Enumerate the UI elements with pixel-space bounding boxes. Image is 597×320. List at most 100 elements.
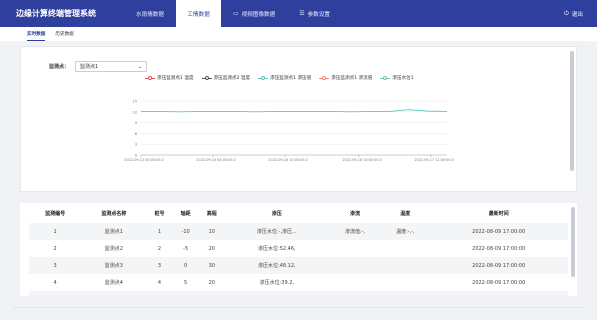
table-cell: 20 xyxy=(208,279,215,286)
column-header: 最新时间 xyxy=(488,210,509,217)
x-tick-label: 2022-09-14 04:00:00.0 xyxy=(196,158,235,162)
chart-legend: 渗压监测点1 温度 渗压监测点2 温度 渗压监测点1 渗压值 渗压监测点1 渗流值 渗压… xyxy=(145,75,422,81)
table-cell: 2 xyxy=(53,245,57,252)
nav-tab-settings[interactable]: ☰ 参数设置 xyxy=(287,0,342,27)
list-icon: ☰ xyxy=(299,10,305,17)
legend-item[interactable]: 渗压监测点1 温度 xyxy=(145,75,194,81)
nav-tab-hydrology[interactable]: 水雨情数据 xyxy=(124,0,176,27)
column-header: 监测编号 xyxy=(45,210,66,217)
legend-item[interactable]: 渗压水位1 xyxy=(380,75,414,81)
video-icon: ▭ xyxy=(232,10,239,17)
legend-marker-icon xyxy=(258,75,269,81)
sub-tabs: 实时数据 历史数据 xyxy=(0,27,597,41)
table-cell: 渗压水位:33.76, xyxy=(224,291,329,296)
monitor-table: 监测编号 监测点名称 桩号 轴距 高程 渗压 渗流 温度 最新时间 1 监测点1 1 -10 10 渗压水… xyxy=(29,203,568,296)
table-row[interactable]: 5监测点551010渗压水位:33.76,2022-08-09 17:00:00 xyxy=(29,291,568,296)
x-tick-label: 2022-09-12 00:00:00.0 xyxy=(124,158,163,162)
table-cell: 2022-08-09 17:00:00 xyxy=(472,245,526,252)
column-header: 桩号 xyxy=(154,210,165,217)
table-row[interactable]: 1 监测点1 1 -10 10 渗压水位:-,渗压... 渗流值:-, 温度:-,-, 2022… xyxy=(29,223,568,240)
table-cell: 1 xyxy=(146,223,173,240)
table-cell xyxy=(329,274,381,291)
legend-label: 渗压监测点1 渗流值 xyxy=(331,76,373,81)
table-cell: 5 xyxy=(184,279,188,286)
legend-label: 渗压监测点1 渗压值 xyxy=(270,76,312,81)
table-cell: 2022-08-09 17:00:00 xyxy=(429,223,568,240)
nav-label: 视频图像数据 xyxy=(241,11,276,18)
legend-marker-icon xyxy=(319,75,330,81)
legend-label: 渗压水位1 xyxy=(392,76,414,81)
table-cell: 温度:-,-, xyxy=(381,223,430,240)
table-cell: 3 xyxy=(29,257,82,274)
y-tick-label: 12 xyxy=(132,110,137,114)
column-header: 渗流 xyxy=(349,210,360,217)
monitor-point-select[interactable]: 监测点1 ⌄ xyxy=(75,61,148,72)
table-cell: -10 xyxy=(172,223,199,240)
y-tick-label: 0 xyxy=(135,154,138,158)
top-nav-bar: 边缘计算终端管理系统 水雨情数据 工情数据 ▭ 视频图像数据 ☰ 参数设置 ⏻ … xyxy=(0,0,597,27)
panel-scrollbar[interactable] xyxy=(570,51,574,171)
table-body: 1 监测点1 1 -10 10 渗压水位:-,渗压... 渗流值:-, 温度:-,-, 2022… xyxy=(29,223,568,296)
table-cell: 2022-08-09 17:00:00 xyxy=(429,257,568,274)
table-cell: 2022-08-09 17:00:00 xyxy=(472,279,526,286)
y-tick-label: 6 xyxy=(135,132,138,136)
series-line-seepage-level xyxy=(141,109,448,113)
tab-realtime[interactable]: 实时数据 xyxy=(27,27,46,41)
table-cell xyxy=(329,240,381,257)
legend-marker-icon xyxy=(380,75,391,81)
table-cell: 10 xyxy=(198,291,225,296)
table-row[interactable]: 4 监测点4 4 5 20 渗压水位:39.2, 2022-08-09 17:00:00 xyxy=(29,274,568,291)
table-cell: 监测点2 xyxy=(104,246,123,252)
logout-button[interactable]: ⏻ 退出 xyxy=(564,0,583,27)
table-cell: 渗压水位:39.2, xyxy=(259,280,295,286)
power-icon: ⏻ xyxy=(564,9,569,17)
column-header: 轴距 xyxy=(180,210,191,217)
column-header: 温度 xyxy=(400,210,411,217)
x-tick-label: 2022-09-16 10:00:00.0 xyxy=(268,158,307,162)
table-cell: 10 xyxy=(172,291,199,296)
table-cell xyxy=(328,291,382,296)
table-cell: 4 xyxy=(157,279,162,286)
legend-item[interactable]: 渗压监测点2 温度 xyxy=(201,75,251,81)
table-row[interactable]: 2 监测点2 2 -5 20 渗压水位:52.46, 2022-08-09 17:00:00 xyxy=(29,240,568,257)
legend-item[interactable]: 渗压监测点1 渗压值 xyxy=(258,75,311,81)
table-cell: 渗压水位:-,渗压... xyxy=(224,223,329,240)
logout-label: 退出 xyxy=(571,11,583,18)
table-cell: 监测点4 xyxy=(104,280,123,286)
tab-history[interactable]: 历史数据 xyxy=(55,27,73,41)
table-cell xyxy=(381,257,430,274)
y-tick-label: 9 xyxy=(135,121,138,125)
table-cell: 0 xyxy=(172,257,199,274)
column-header: 高程 xyxy=(206,210,217,217)
legend-marker-icon xyxy=(145,75,155,81)
line-chart: 0 3 6 9 12 15 2022-09-12 00:00:00.0 2022-09-14 … xyxy=(124,100,453,163)
table-cell: 4 xyxy=(53,279,57,286)
nav-tab-video[interactable]: ▭ 视频图像数据 xyxy=(221,0,287,27)
legend-label: 渗压监测点1 温度 xyxy=(157,76,194,81)
table-scrollbar[interactable] xyxy=(571,207,575,277)
legend-label: 渗压监测点2 温度 xyxy=(213,76,251,81)
table-cell xyxy=(381,240,429,257)
monitor-point-filter: 监测点： 监测点1 ⌄ xyxy=(49,61,148,72)
column-header: 监测点名称 xyxy=(101,210,127,217)
table-cell: 5 xyxy=(146,291,173,296)
nav-label: 工情数据 xyxy=(187,11,210,18)
table-cell: 10 xyxy=(198,223,225,240)
legend-item[interactable]: 渗压监测点1 渗流值 xyxy=(319,75,372,81)
x-tick-label: 2022-09-18 10:00:00.0 xyxy=(342,158,381,162)
nav-tab-engineering[interactable]: 工情数据 xyxy=(175,0,221,27)
y-tick-label: 15 xyxy=(132,100,137,104)
table-cell: 2022-08-09 17:00:00 xyxy=(429,291,568,296)
table-cell: 5 xyxy=(29,291,82,296)
bottom-divider xyxy=(13,307,585,308)
table-row[interactable]: 3 监测点3 3 0 30 渗压水位:48.12, 2022-08-09 17:00:00 xyxy=(29,257,568,274)
table-cell: 渗压水位:48.12, xyxy=(224,257,329,274)
table-cell: 30 xyxy=(198,257,225,274)
table-cell: -5 xyxy=(183,245,189,252)
table-cell: 渗压水位:52.46, xyxy=(258,246,296,252)
y-tick-label: 3 xyxy=(135,143,137,147)
chart-panel: 监测点： 监测点1 ⌄ 渗压监测点1 温度 渗压监测点2 温度 渗压监测点1 渗压值… xyxy=(20,46,577,192)
table-cell: 20 xyxy=(208,245,215,252)
table-cell xyxy=(381,274,429,291)
legend-marker-icon xyxy=(201,75,212,81)
